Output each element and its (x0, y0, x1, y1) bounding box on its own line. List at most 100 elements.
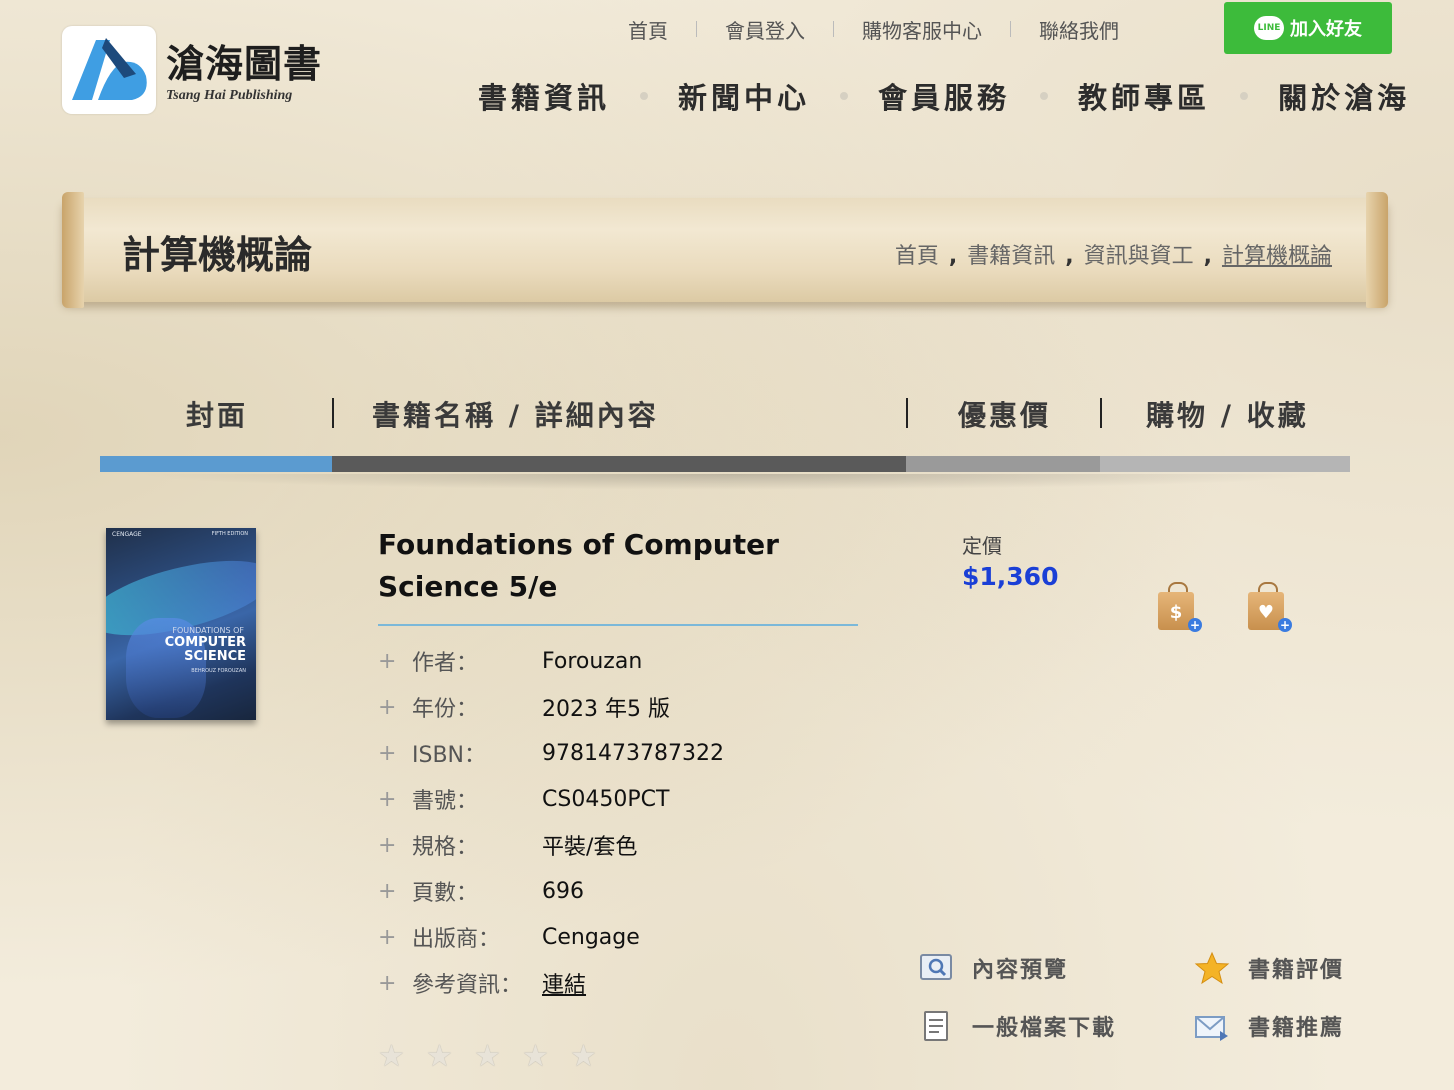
bar-segment-shop (1100, 456, 1350, 472)
banner-edge-left (62, 192, 84, 308)
detail-value: 平裝/套色 (542, 835, 638, 860)
breadcrumb-current[interactable]: 計算機概論 (1222, 244, 1332, 269)
cover-publisher: CENGAGE (112, 531, 142, 538)
detail-value: CS0450PCT (542, 786, 670, 812)
breadcrumb-book-info[interactable]: 書籍資訊 (967, 244, 1055, 269)
book-review-link[interactable]: 書籍評價 (1194, 948, 1344, 988)
breadcrumb-separator: , (1203, 244, 1212, 269)
nav-about[interactable]: 關於滄海 (1278, 75, 1410, 117)
nav-dot (840, 92, 849, 100)
star-icon[interactable]: ★ (378, 1042, 408, 1072)
cover-author: BEHROUZ FOROUZAN (191, 668, 246, 674)
star-icon[interactable]: ★ (474, 1042, 504, 1072)
detail-label: 作者： (412, 651, 479, 676)
tool-label: 書籍評價 (1248, 957, 1345, 983)
breadcrumb-category[interactable]: 資訊與資工 (1084, 244, 1194, 269)
plus-icon: + (378, 740, 397, 766)
detail-label: 出版商： (412, 927, 501, 952)
breadcrumb-separator: , (1065, 244, 1074, 269)
star-icon[interactable]: ★ (522, 1042, 552, 1072)
header-price: 優惠價 (958, 399, 1052, 432)
plus-icon: + (378, 970, 397, 996)
add-to-favorites-icon[interactable]: ♥ + (1248, 582, 1292, 632)
nav-dot (1040, 92, 1049, 100)
detail-value: 9781473787322 (542, 740, 724, 766)
detail-row-pages: + 頁數： 696 (378, 868, 898, 914)
page-title: 計算機概論 (122, 233, 313, 277)
cover-edition: FIFTH EDITION (211, 531, 248, 537)
header-book-name: 書籍名稱 / 詳細內容 (372, 399, 659, 432)
bar-segment-cover (100, 456, 332, 472)
bar-shadow (130, 474, 1330, 490)
detail-row-author: + 作者： Forouzan (378, 638, 898, 684)
detail-value: 2023 年5 版 (542, 697, 670, 722)
price-label: 定價 (962, 534, 1002, 558)
divider (378, 624, 858, 626)
book-cover-image[interactable]: CENGAGE FIFTH EDITION FOUNDATIONS OF COM… (106, 528, 256, 720)
line-add-friend-button[interactable]: LINE 加入好友 (1224, 2, 1392, 54)
plus-icon: + (1188, 618, 1202, 632)
detail-label: 年份： (412, 697, 479, 722)
rating-stars: ★ ★ ★ ★ ★ (378, 1042, 618, 1072)
divider (906, 398, 908, 428)
line-icon: LINE (1254, 16, 1284, 40)
toplink-login[interactable]: 會員登入 (697, 15, 833, 44)
price-value: $1,360 (962, 562, 1059, 591)
plus-icon: + (378, 694, 397, 720)
plus-icon: + (378, 648, 397, 674)
detail-label: 頁數： (412, 881, 479, 906)
header-color-bar (100, 456, 1350, 474)
breadcrumb-separator: , (948, 244, 958, 269)
toplink-service[interactable]: 購物客服中心 (834, 15, 1010, 44)
breadcrumb: 首頁, 書籍資訊, 資訊與資工, 計算機概論 (895, 238, 1332, 270)
mail-icon (1194, 1009, 1230, 1043)
table-header: 封面 書籍名稱 / 詳細內容 優惠價 購物 / 收藏 (100, 380, 1350, 450)
file-download-link[interactable]: 一般檔案下載 (918, 1006, 1116, 1046)
book-recommend-link[interactable]: 書籍推薦 (1194, 1006, 1344, 1046)
plus-icon: + (378, 924, 397, 950)
header-cover: 封面 (186, 399, 249, 432)
detail-row-year: + 年份： 2023 年5 版 (378, 684, 898, 730)
document-icon (918, 1009, 954, 1043)
detail-row-reference: + 參考資訊： 連結 (378, 960, 898, 1006)
nav-member[interactable]: 會員服務 (878, 75, 1010, 117)
detail-row-format: + 規格： 平裝/套色 (378, 822, 898, 868)
preview-icon (918, 951, 954, 985)
toplink-contact[interactable]: 聯絡我們 (1011, 15, 1147, 44)
site-logo[interactable]: 滄海圖書 Tsang Hai Publishing (62, 26, 322, 114)
title-banner: 計算機概論 首頁, 書籍資訊, 資訊與資工, 計算機概論 (62, 192, 1388, 308)
detail-label: 參考資訊： (412, 973, 523, 998)
nav-book-info[interactable]: 書籍資訊 (478, 75, 610, 117)
detail-value: Cengage (542, 924, 640, 950)
divider (332, 398, 334, 428)
book-title[interactable]: Foundations of Computer Science 5/e (378, 524, 858, 608)
tool-label: 一般檔案下載 (972, 1015, 1117, 1041)
nav-teacher[interactable]: 教師專區 (1078, 75, 1210, 117)
header-shop: 購物 / 收藏 (1146, 399, 1309, 432)
reference-link[interactable]: 連結 (542, 967, 586, 999)
line-button-label: 加入好友 (1290, 19, 1362, 40)
plus-icon: + (378, 832, 397, 858)
top-links: 首頁 會員登入 購物客服中心 聯絡我們 (600, 12, 1147, 46)
breadcrumb-home[interactable]: 首頁 (895, 244, 939, 269)
plus-icon: + (378, 786, 397, 812)
detail-row-isbn: + ISBN： 9781473787322 (378, 730, 898, 776)
add-to-cart-icon[interactable]: $ + (1158, 582, 1202, 632)
logo-mark-icon (62, 26, 156, 114)
plus-icon: + (378, 878, 397, 904)
toplink-home[interactable]: 首頁 (600, 15, 696, 44)
detail-label: 規格： (412, 835, 479, 860)
star-icon[interactable]: ★ (570, 1042, 600, 1072)
banner-edge-right (1366, 192, 1388, 308)
star-icon[interactable]: ★ (426, 1042, 456, 1072)
nav-news[interactable]: 新聞中心 (678, 75, 810, 117)
main-nav: 書籍資訊 新聞中心 會員服務 教師專區 關於滄海 (478, 74, 1410, 118)
bar-segment-name (332, 456, 906, 472)
logo-subtitle: Tsang Hai Publishing (166, 88, 293, 103)
nav-dot (1240, 92, 1249, 100)
star-icon (1194, 951, 1230, 985)
detail-value: Forouzan (542, 648, 643, 674)
detail-label: ISBN： (412, 743, 487, 768)
content-preview-link[interactable]: 內容預覽 (918, 948, 1068, 988)
detail-value: 696 (542, 878, 584, 904)
